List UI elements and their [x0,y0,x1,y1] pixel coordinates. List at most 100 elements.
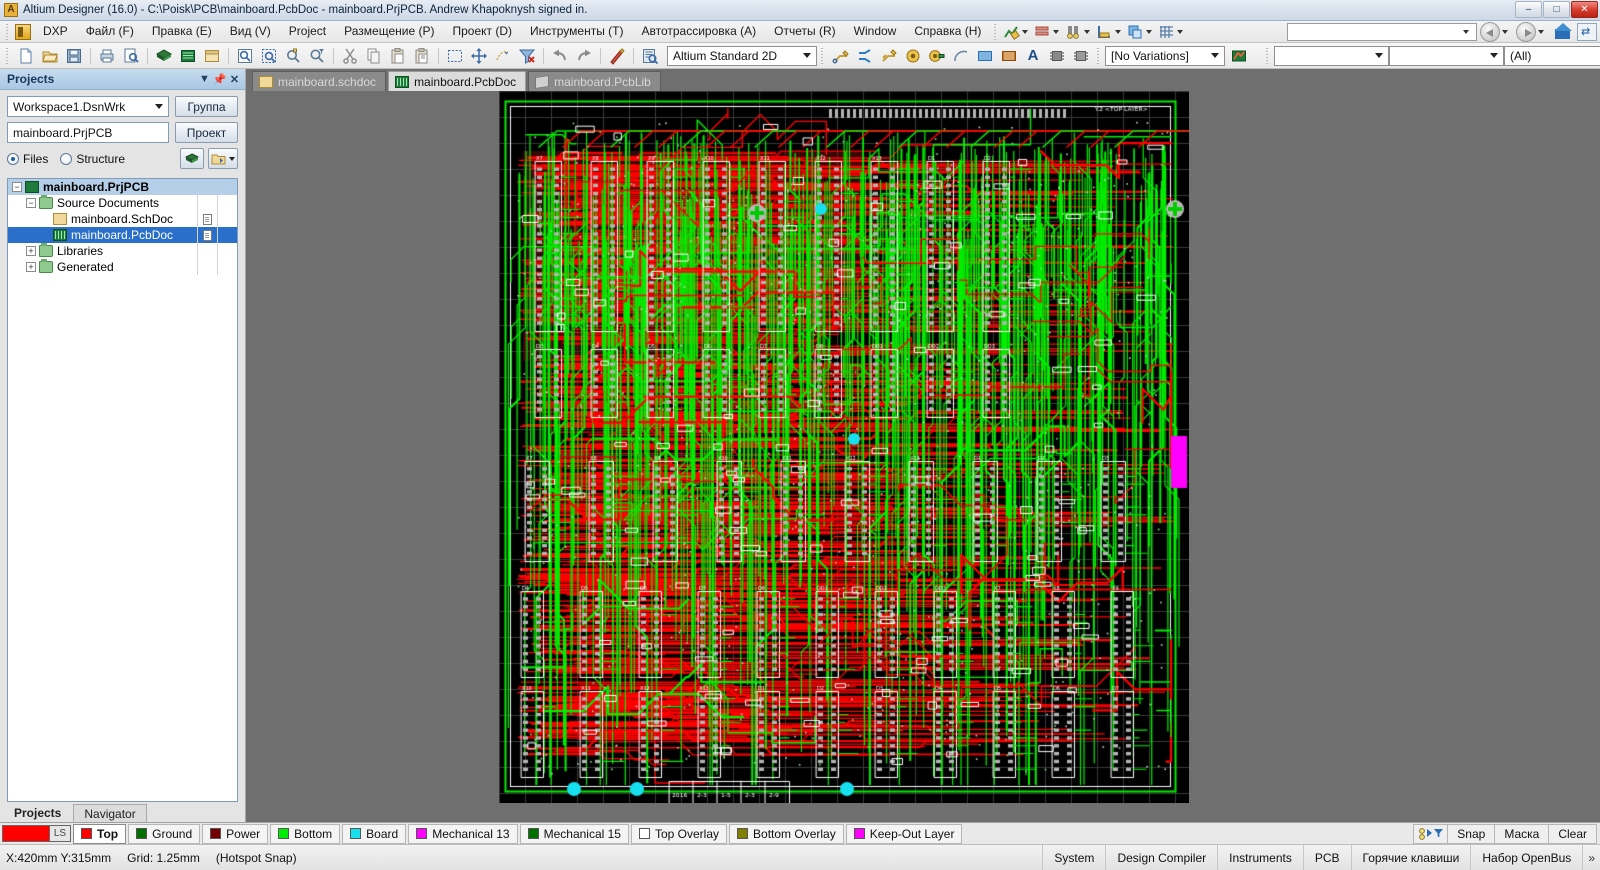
menu-grip[interactable] [5,23,11,40]
binoculars-dropdown-icon[interactable] [1084,29,1091,34]
layer-tab-keep-out-layer[interactable]: Keep-Out Layer [845,823,963,844]
toolbar-grip-3[interactable] [1096,47,1102,64]
layer-tab-ground[interactable]: Ground [128,823,201,844]
radio-files[interactable] [7,152,19,165]
align-icon[interactable] [492,45,514,67]
pin-icon[interactable]: 📌 [212,72,227,87]
back-navigation-button[interactable] [1480,21,1500,42]
snap-options-icon[interactable] [1413,823,1448,844]
chart-dropdown-icon[interactable] [1022,29,1029,34]
arrange-icon[interactable] [1126,23,1144,41]
pcb-layout-canvas[interactable] [499,91,1189,803]
tree-item-pcbdoc[interactable]: mainboard.PcbDoc [8,227,237,243]
place-pad-icon[interactable] [902,45,924,67]
back-dropdown-icon[interactable] [1502,29,1508,34]
menu-toolbar-grip[interactable] [993,23,1000,40]
tree-item-project[interactable]: − mainboard.PrjPCB [8,179,237,195]
chart-icon[interactable] [1002,23,1021,41]
menu-place[interactable]: Размещение (P) [335,21,443,42]
filter-combo-1[interactable] [1274,45,1389,66]
select-area-icon[interactable] [444,45,466,67]
menu-dxp[interactable]: DXP [34,21,77,42]
menu-tools[interactable]: Инструменты (T) [521,21,632,42]
project-tree[interactable]: − mainboard.PrjPCB − Source Documents ma… [7,178,238,802]
pcb-board-button[interactable] [180,148,204,169]
new-document-icon[interactable] [15,45,37,67]
copy-icon[interactable] [363,45,385,67]
layers-icon[interactable] [1033,23,1051,41]
close-panel-icon[interactable]: ✕ [227,72,242,87]
grid-icon[interactable] [1157,23,1175,41]
status-button-design-compiler[interactable]: Design Compiler [1105,845,1217,870]
ruler-dropdown-icon[interactable] [1115,29,1122,34]
menu-autoroute[interactable]: Автотрассировка (A) [632,21,765,42]
place-component-icon[interactable] [1046,45,1068,67]
expander-icon[interactable]: + [26,262,36,272]
cut-icon[interactable] [339,45,361,67]
layer-sets-button[interactable]: LS [50,825,71,842]
status-button-openbus[interactable]: Набор OpenBus [1470,845,1582,870]
document-tab-schdoc[interactable]: mainboard.schdoc [252,71,387,91]
layers-dropdown-icon[interactable] [1053,29,1060,34]
open-folder-button[interactable] [208,148,238,169]
variations-combo[interactable]: [No Variations] [1105,45,1225,66]
print-preview-icon[interactable] [120,45,142,67]
workspace-dropdown-icon[interactable] [155,104,166,109]
menu-design[interactable]: Проект (D) [443,21,521,42]
workspace-combo[interactable]: Workspace1.DsnWrk [7,96,169,117]
project-field[interactable]: mainboard.PrjPCB [7,122,169,143]
filter-combo-2-dropdown-icon[interactable] [1487,53,1501,58]
menu-project-en[interactable]: Project [280,21,335,42]
menu-view[interactable]: Вид (V) [221,21,280,42]
tree-item-libraries[interactable]: + Libraries [8,243,237,259]
undo-icon[interactable] [549,45,571,67]
zoom-area-icon[interactable] [258,45,280,67]
toolbar-grip-1[interactable] [5,47,11,64]
refresh-icon[interactable] [1577,22,1597,41]
differential-pair-icon[interactable] [854,45,876,67]
menu-search-dropdown-icon[interactable] [1463,29,1469,34]
maximize-button[interactable]: □ [1543,1,1570,18]
panel-menu-icon[interactable]: ▼ [197,72,212,87]
status-bar-overflow-icon[interactable]: » [1582,845,1600,870]
view-configuration-dropdown-icon[interactable] [800,53,814,58]
ruler-icon[interactable] [1095,23,1113,41]
toolbar-grip-2[interactable] [820,47,826,64]
radio-structure[interactable] [60,152,73,165]
board-3d-icon[interactable] [153,45,175,67]
panel-tab-projects[interactable]: Projects [4,804,71,822]
expander-icon[interactable]: + [26,246,36,256]
menu-reports[interactable]: Отчеты (R) [765,21,844,42]
place-via-icon[interactable] [926,45,948,67]
snap-button[interactable]: Snap [1447,823,1495,844]
close-button[interactable]: ✕ [1571,1,1598,18]
place-embedded-board-icon[interactable] [1070,45,1092,67]
panel-tab-navigator[interactable]: Navigator [73,804,147,822]
open-document-icon[interactable] [39,45,61,67]
menu-help[interactable]: Справка (H) [905,21,990,42]
filter-combo-1-dropdown-icon[interactable] [1372,53,1386,58]
status-button-pcb[interactable]: PCB [1302,845,1351,870]
layer-tab-top-overlay[interactable]: Top Overlay [630,823,728,844]
tree-item-schdoc[interactable]: mainboard.SchDoc [8,211,237,227]
mask-button[interactable]: Маска [1494,823,1549,844]
document-tab-pcblib[interactable]: mainboard.PcbLib [528,71,661,91]
tree-item-source-documents[interactable]: − Source Documents [8,195,237,211]
home-icon[interactable] [1553,22,1573,41]
paste-special-icon[interactable] [411,45,433,67]
grid-dropdown-icon[interactable] [1177,29,1184,34]
place-fill-icon[interactable] [974,45,996,67]
variations-dropdown-icon[interactable] [1208,53,1222,58]
move-icon[interactable] [468,45,490,67]
library-icon[interactable] [201,45,223,67]
layer-tab-power[interactable]: Power [202,823,269,844]
zoom-document-icon[interactable] [234,45,256,67]
status-button-hotkeys[interactable]: Горячие клавиши [1350,845,1471,870]
status-button-instruments[interactable]: Instruments [1217,845,1303,870]
binoculars-icon[interactable] [1064,23,1082,41]
layer-tab-top[interactable]: Top [73,823,127,844]
toolbar-grip-4[interactable] [1265,47,1271,64]
filter-combo-2[interactable] [1389,45,1504,66]
forward-dropdown-icon[interactable] [1538,29,1544,34]
status-button-system[interactable]: System [1042,845,1105,870]
